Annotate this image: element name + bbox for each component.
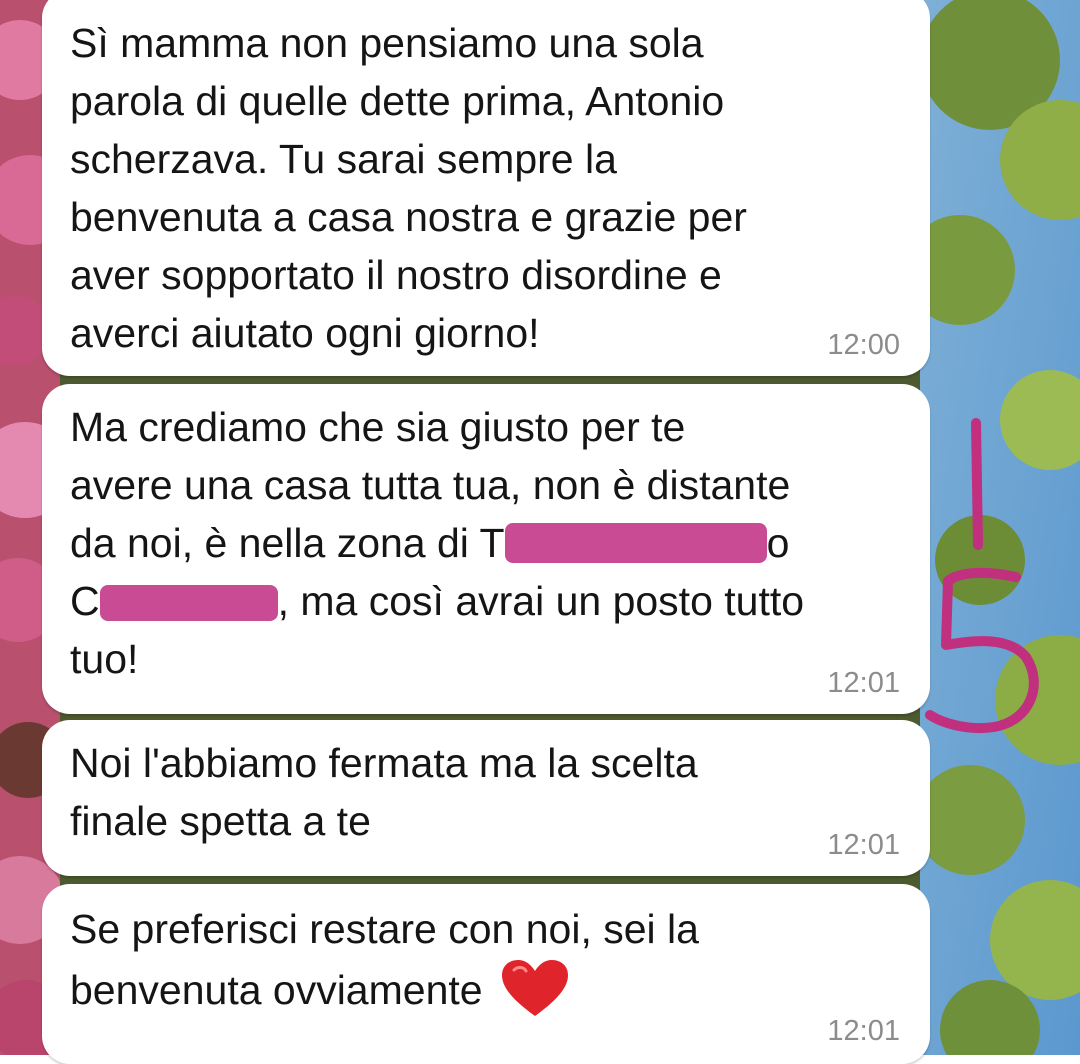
message-timestamp: 12:01 <box>827 829 900 861</box>
message-bubble[interactable]: Noi l'abbiamo fermata ma la scelta final… <box>42 720 930 876</box>
redaction-mark <box>99 585 278 621</box>
message-timestamp: 12:00 <box>827 329 900 361</box>
message-text: Ma crediamo che sia giusto per te avere … <box>70 404 805 682</box>
message-bubble[interactable]: Ma crediamo che sia giusto per te avere … <box>42 384 930 714</box>
heart-emoji-icon <box>501 960 568 1016</box>
message-text: Se preferisci restare con noi, sei la be… <box>70 900 902 1019</box>
redaction-mark <box>504 523 767 563</box>
message-timestamp: 12:01 <box>827 1015 900 1047</box>
message-text: Noi l'abbiamo fermata ma la scelta final… <box>70 740 698 844</box>
message-bubble[interactable]: Sì mamma non pensiamo una sola parola di… <box>42 0 930 376</box>
message-timestamp: 12:01 <box>827 667 900 699</box>
message-text: Sì mamma non pensiamo una sola parola di… <box>70 20 747 356</box>
handwritten-number-annotation <box>925 418 1039 734</box>
message-bubble[interactable]: Se preferisci restare con noi, sei la be… <box>42 884 930 1064</box>
